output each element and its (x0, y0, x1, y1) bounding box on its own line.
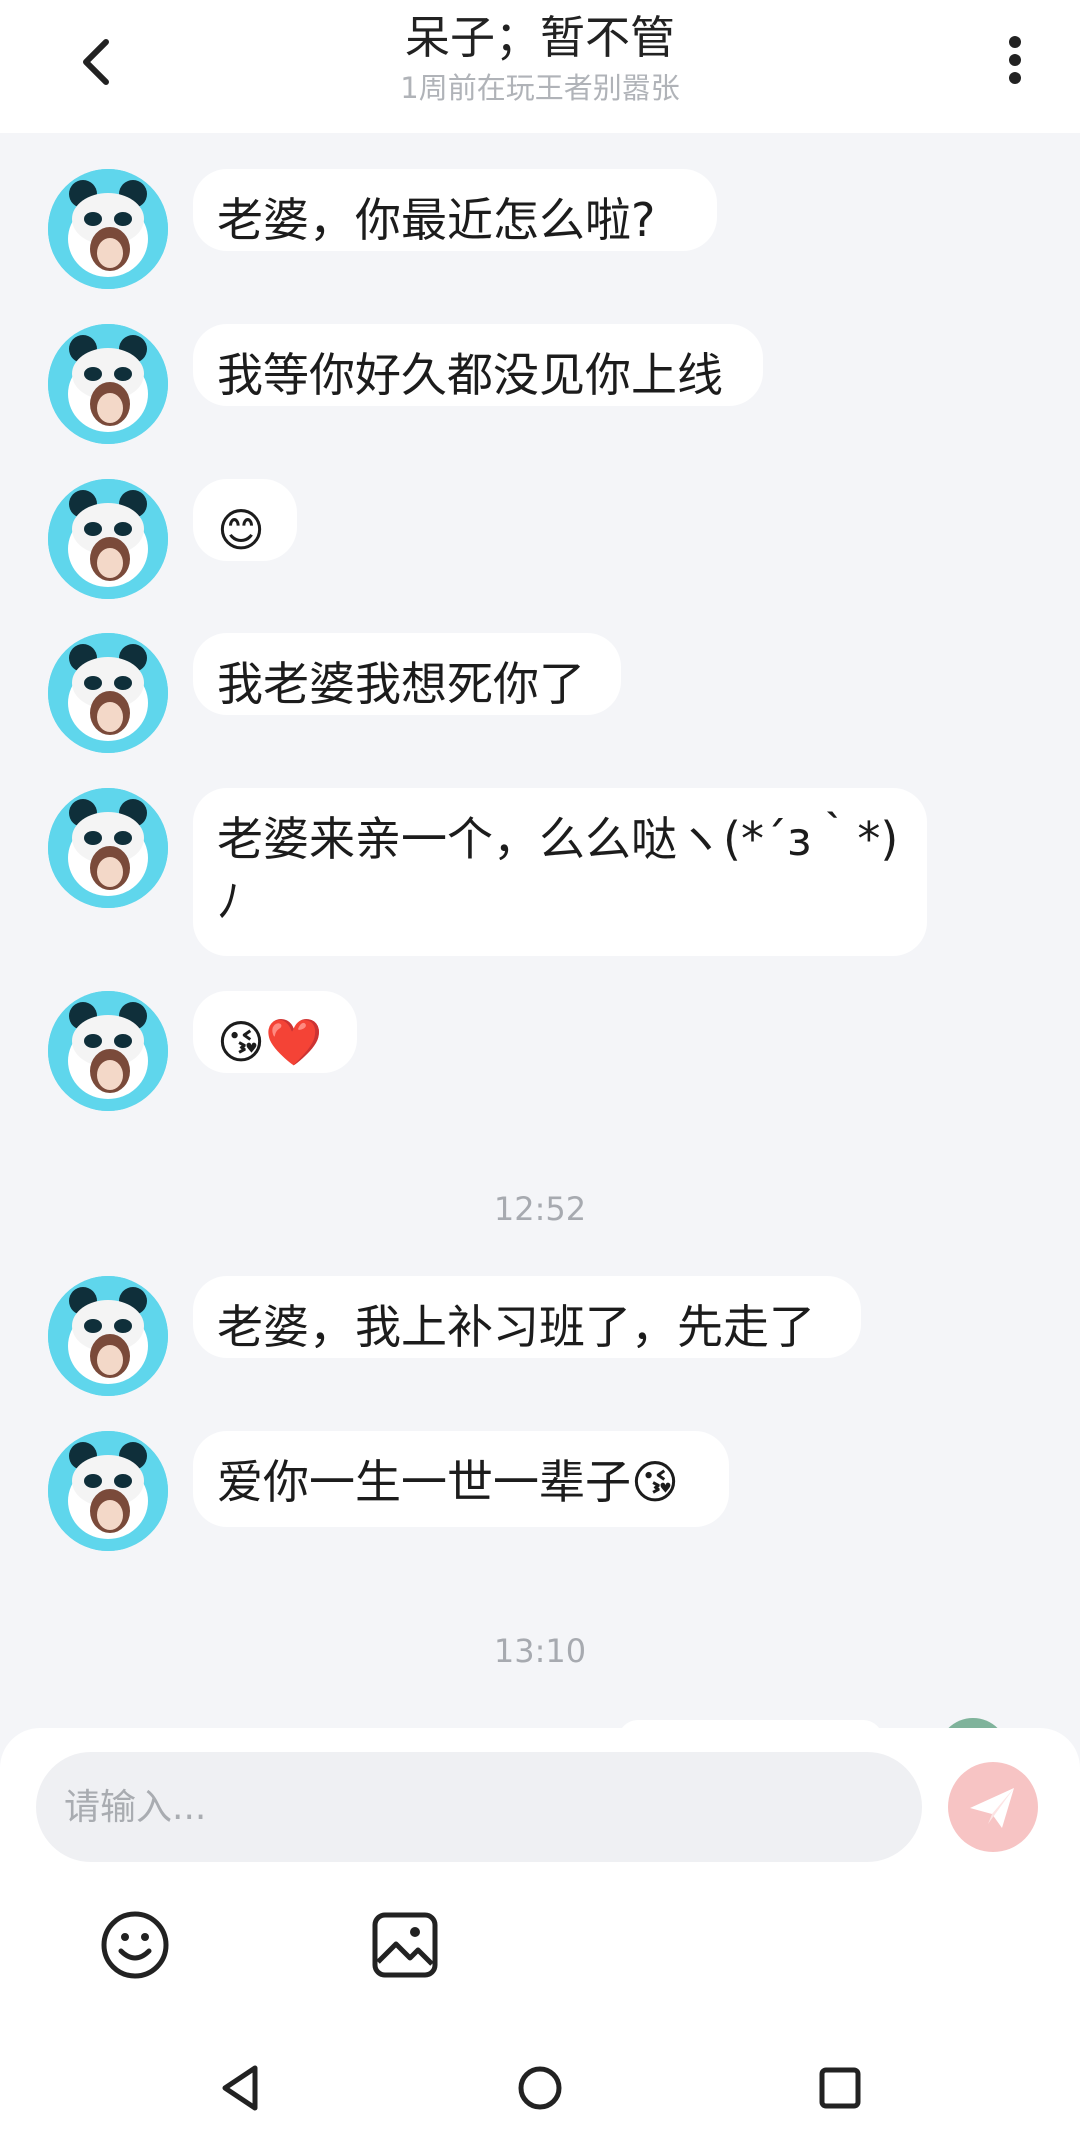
nav-back-button[interactable] (211, 2058, 271, 2118)
avatar[interactable] (48, 479, 168, 599)
smiley-icon (101, 1911, 169, 1979)
image-button[interactable] (368, 1908, 442, 1982)
my-avatar[interactable] (938, 1718, 1008, 1728)
circle-home-icon (518, 2066, 562, 2110)
paper-plane-icon (970, 1788, 1014, 1828)
avatar[interactable] (48, 1431, 168, 1551)
system-nav-bar (0, 2038, 1080, 2136)
avatar[interactable] (48, 633, 168, 753)
message-bubble[interactable]: 我等你好久都没见你上线 (193, 324, 763, 406)
chat-messages[interactable]: 老婆，你最近怎么啦? 我等你好久都没见你上线 😊 我老婆我想死你了 老婆来亲一个… (0, 133, 1080, 1728)
message-input[interactable] (36, 1752, 922, 1862)
nav-recents-button[interactable] (810, 2058, 870, 2118)
square-recents-icon (819, 2067, 861, 2109)
avatar[interactable] (48, 1276, 168, 1396)
timestamp: 12:52 (493, 1190, 587, 1228)
more-vertical-icon (1009, 36, 1021, 84)
page-title: 呆子；暂不管 (404, 11, 675, 64)
avatar[interactable] (48, 169, 168, 289)
avatar[interactable] (48, 991, 168, 1111)
message-bubble[interactable]: 老婆，我上补习班了，先走了 (193, 1276, 861, 1358)
send-button[interactable] (948, 1762, 1038, 1852)
message-bubble[interactable]: 我老婆我想死你了 (193, 633, 621, 715)
message-bubble[interactable]: 老婆来亲一个，么么哒ヽ(*´з｀*)ﾉ (193, 788, 927, 956)
avatar[interactable] (48, 788, 168, 908)
message-bubble-partial[interactable] (618, 1720, 883, 1728)
triangle-back-icon (222, 2065, 258, 2111)
nav-home-button[interactable] (510, 2058, 570, 2118)
message-bubble[interactable]: 爱你一生一世一辈子😘 (193, 1431, 729, 1527)
image-icon (372, 1912, 438, 1978)
contact-status: 1周前在玩王者别嚣张 (400, 71, 680, 105)
input-panel (0, 1728, 1080, 2038)
message-bubble[interactable]: 老婆，你最近怎么啦? (193, 169, 717, 251)
avatar[interactable] (48, 324, 168, 444)
chat-header: 呆子；暂不管 1周前在玩王者别嚣张 (0, 0, 1080, 133)
message-bubble[interactable]: 😘❤️ (193, 991, 357, 1073)
more-options-button[interactable] (985, 28, 1045, 108)
emoji-button[interactable] (98, 1908, 172, 1982)
timestamp: 13:10 (493, 1632, 587, 1670)
message-bubble[interactable]: 😊 (193, 479, 297, 561)
